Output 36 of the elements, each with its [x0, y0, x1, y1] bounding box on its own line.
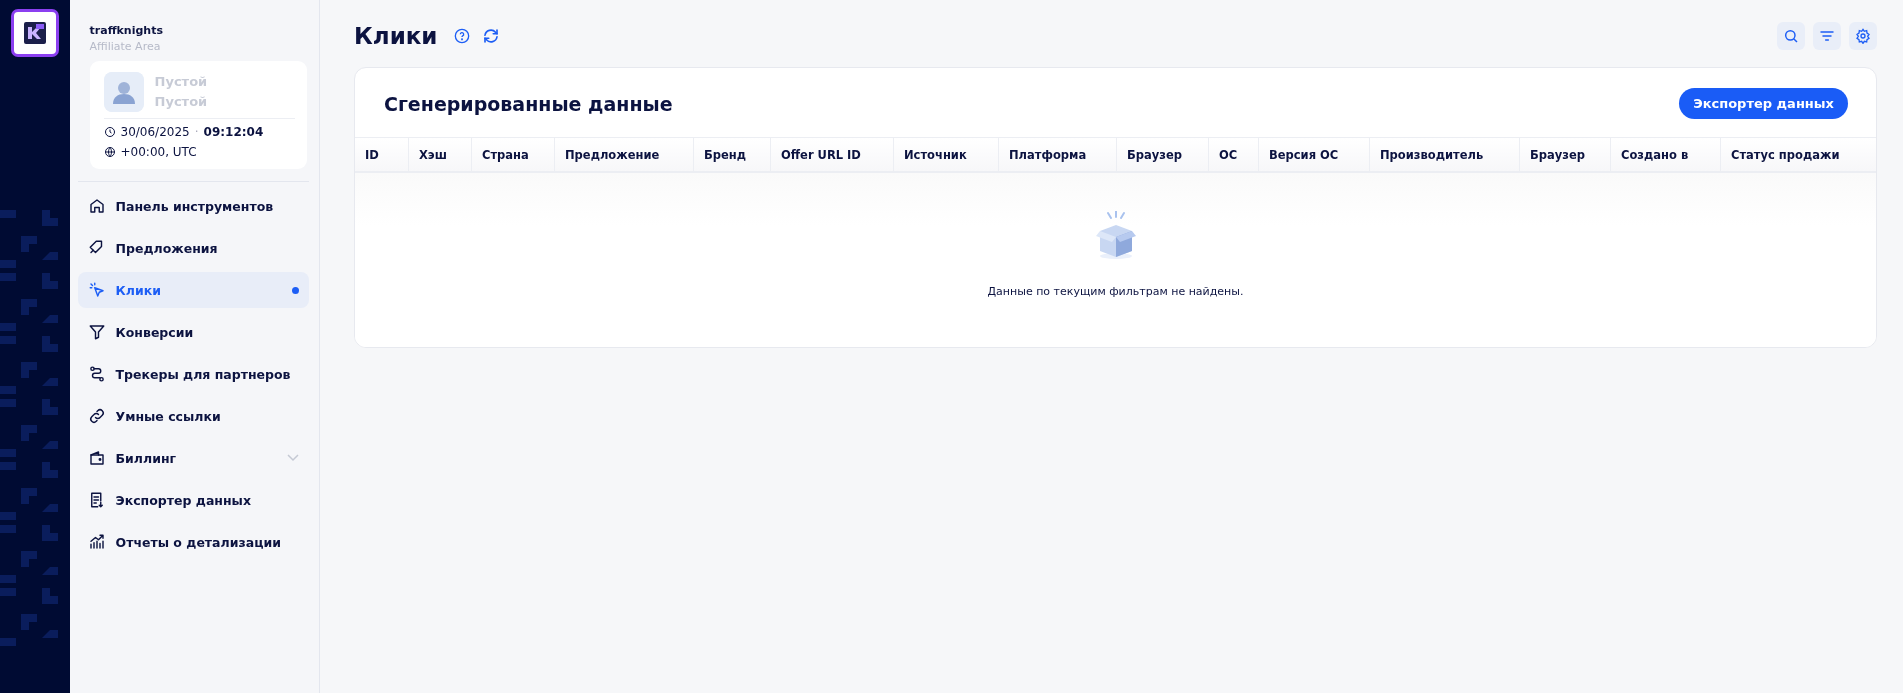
- column-header[interactable]: ОС: [1208, 138, 1258, 171]
- column-header[interactable]: Источник: [893, 138, 998, 171]
- column-header[interactable]: Браузер: [1116, 138, 1208, 171]
- separator-dot: ·: [194, 125, 199, 139]
- profile-name: Пустой: [154, 73, 208, 91]
- column-header[interactable]: Статус продажи: [1720, 138, 1876, 171]
- column-header[interactable]: Страна: [471, 138, 554, 171]
- brand-subtitle: Affiliate Area: [89, 40, 162, 53]
- time-text: 09:12:04: [203, 125, 264, 139]
- nav-item[interactable]: Предложения: [77, 230, 309, 266]
- timezone-text: +00:00, UTC: [120, 145, 197, 159]
- export-button[interactable]: Экспортер данных: [1679, 88, 1848, 119]
- page-title: Клики: [354, 23, 438, 49]
- column-header[interactable]: Производитель: [1369, 138, 1519, 171]
- column-header[interactable]: Версия ОС: [1258, 138, 1369, 171]
- nav-item[interactable]: Отчеты о детализации: [77, 524, 309, 560]
- nav-item[interactable]: Конверсии: [77, 314, 309, 350]
- profile-role: Пустой: [154, 93, 208, 111]
- date-text: 30/06/2025: [120, 125, 190, 139]
- nav-item[interactable]: Умные ссылки: [77, 398, 309, 434]
- empty-message: Данные по текущим фильтрам не найдены.: [987, 285, 1244, 298]
- nav-item[interactable]: Экспортер данных: [77, 482, 309, 518]
- column-header[interactable]: Offer URL ID: [770, 138, 893, 171]
- column-header[interactable]: Создано в: [1610, 138, 1720, 171]
- nav-item[interactable]: Клики: [77, 272, 309, 308]
- nav-item[interactable]: Трекеры для партнеров: [77, 356, 309, 392]
- card-title: Сгенерированные данные: [384, 92, 673, 115]
- column-header[interactable]: Браузер: [1519, 138, 1610, 171]
- column-header[interactable]: Предложение: [554, 138, 693, 171]
- nav-item[interactable]: Биллинг: [77, 440, 309, 476]
- nav-item[interactable]: Панель инструментов: [77, 188, 309, 224]
- column-header[interactable]: Платформа: [998, 138, 1116, 171]
- column-header[interactable]: ID: [355, 138, 408, 171]
- column-header[interactable]: Бренд: [693, 138, 770, 171]
- column-header[interactable]: Хэш: [408, 138, 471, 171]
- brand-name: traffknights: [89, 24, 164, 37]
